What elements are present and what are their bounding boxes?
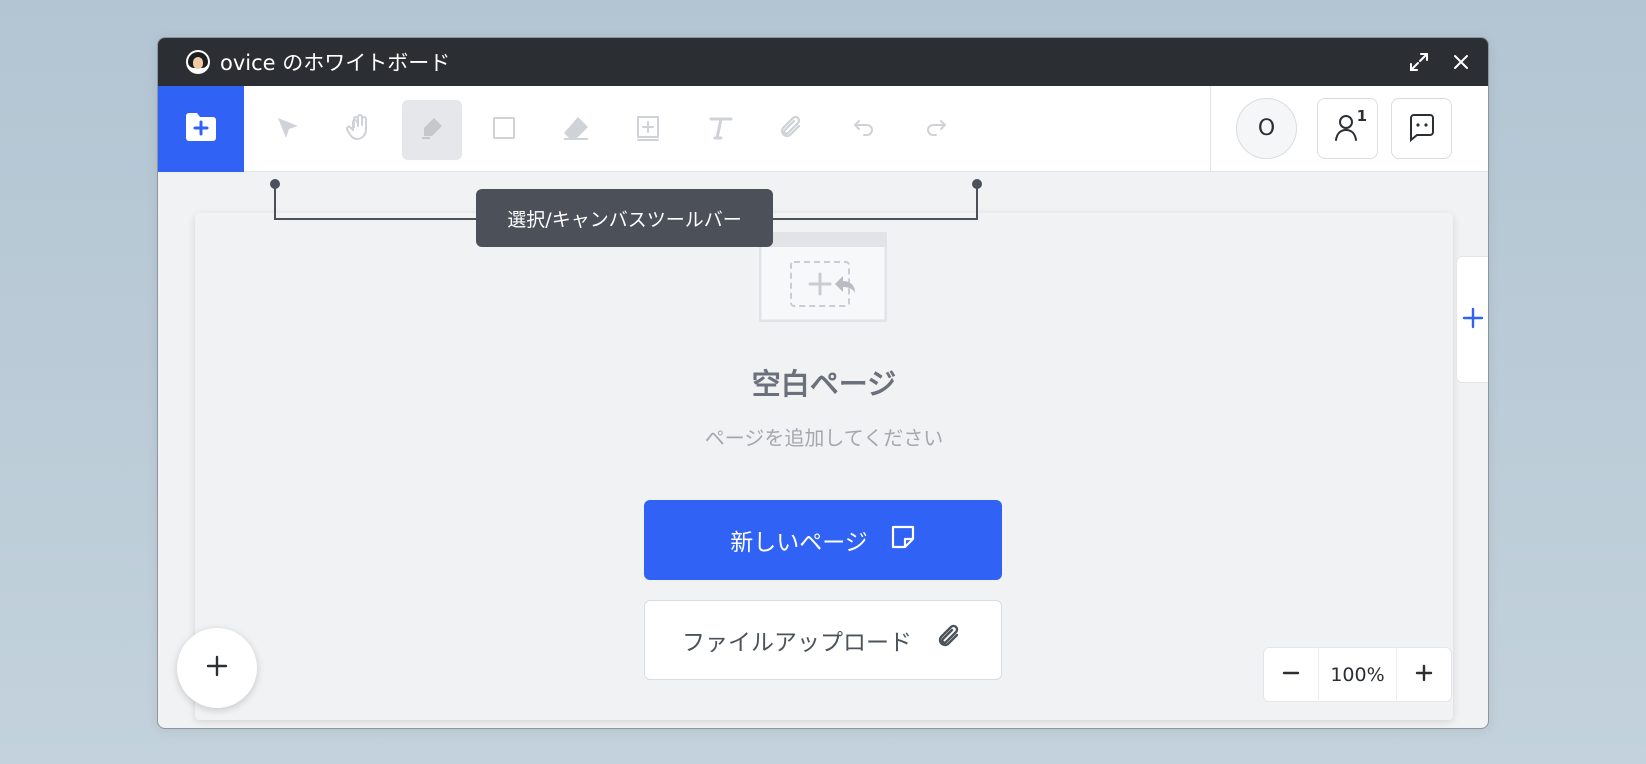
plus-icon	[1462, 302, 1484, 337]
zoom-in-button[interactable]	[1397, 647, 1451, 702]
add-page-side-button[interactable]	[1456, 256, 1488, 383]
file-upload-label: ファイルアップロード	[682, 630, 912, 656]
paperclip-icon	[936, 623, 964, 657]
plus-icon	[1415, 664, 1433, 686]
sticky-note-icon	[890, 524, 916, 556]
tooltip-label: 選択/キャンバスツールバー	[507, 208, 742, 231]
minus-icon	[1282, 664, 1300, 686]
zoom-level: 100%	[1318, 647, 1397, 702]
empty-page-title: 空白ページ	[751, 367, 897, 401]
tooltip-bracket	[270, 179, 982, 220]
empty-page-illustration	[758, 231, 888, 326]
add-fab-button[interactable]	[177, 628, 257, 708]
new-page-button[interactable]: 新しいページ	[644, 500, 1002, 580]
toolbar-tooltip: 選択/キャンバスツールバー	[476, 189, 773, 247]
empty-page-subtitle: ページを追加してください	[704, 426, 944, 450]
new-page-label: 新しいページ	[730, 530, 868, 556]
plus-icon	[205, 654, 229, 682]
file-upload-button[interactable]: ファイルアップロード	[644, 600, 1002, 680]
zoom-control: 100%	[1263, 647, 1452, 702]
whiteboard-window: ovice のホワイトボード O 1 空白ページ ページを追加してください 新し…	[157, 37, 1489, 729]
zoom-out-button[interactable]	[1264, 647, 1318, 702]
